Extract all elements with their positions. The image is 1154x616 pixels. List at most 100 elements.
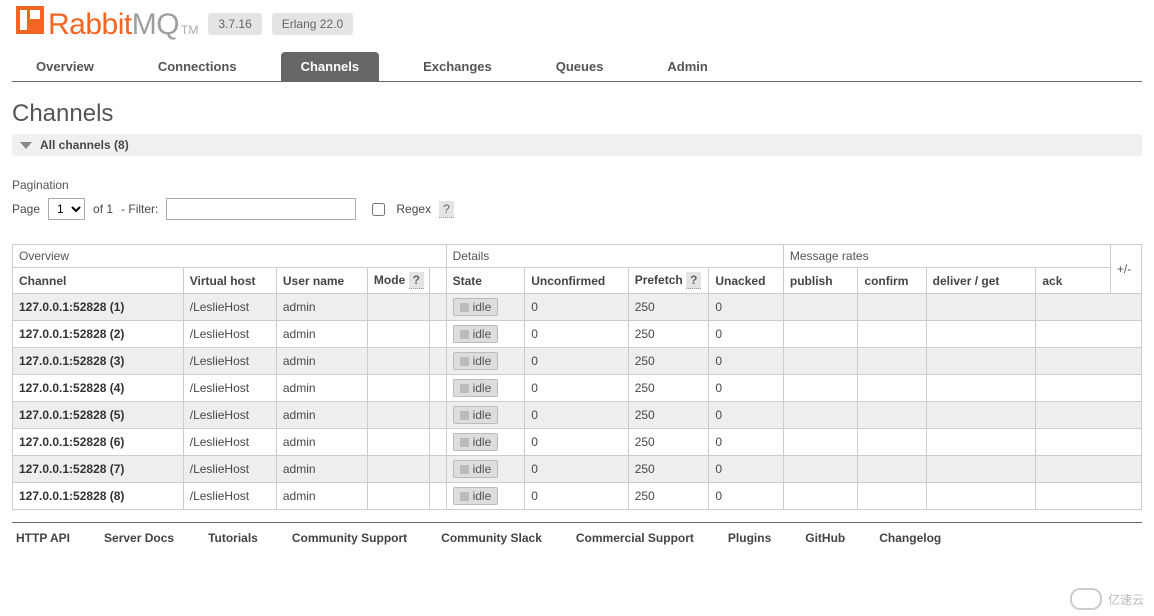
channel-link[interactable]: 127.0.0.1:52828 (1)	[19, 300, 124, 314]
cell-spacer	[429, 456, 446, 483]
cell-vhost: /LeslieHost	[183, 321, 276, 348]
cell-spacer	[429, 402, 446, 429]
col-user[interactable]: User name	[276, 268, 367, 294]
prefetch-help-icon[interactable]: ?	[686, 272, 701, 289]
section-all-channels[interactable]: All channels (8)	[12, 134, 1142, 156]
col-deliver[interactable]: deliver / get	[926, 268, 1036, 294]
footer-link-http-api[interactable]: HTTP API	[16, 531, 70, 545]
table-row: 127.0.0.1:52828 (4)/LeslieHostadminidle0…	[13, 375, 1142, 402]
cell-deliver	[926, 375, 1036, 402]
mode-help-icon[interactable]: ?	[409, 272, 424, 289]
col-channel[interactable]: Channel	[13, 268, 184, 294]
state-icon	[460, 492, 469, 501]
cell-unconfirmed: 0	[525, 321, 628, 348]
footer-link-community-support[interactable]: Community Support	[292, 531, 407, 545]
col-state[interactable]: State	[446, 268, 525, 294]
footer-link-github[interactable]: GitHub	[805, 531, 845, 545]
cell-publish	[783, 375, 858, 402]
cell-user: admin	[276, 321, 367, 348]
col-publish[interactable]: publish	[783, 268, 858, 294]
cell-confirm	[858, 402, 926, 429]
columns-toggle[interactable]: +/-	[1110, 245, 1141, 294]
col-unconfirmed[interactable]: Unconfirmed	[525, 268, 628, 294]
state-icon	[460, 330, 469, 339]
state-icon	[460, 438, 469, 447]
cell-vhost: /LeslieHost	[183, 483, 276, 510]
cell-ack	[1036, 375, 1142, 402]
footer-link-community-slack[interactable]: Community Slack	[441, 531, 542, 545]
col-spacer	[429, 268, 446, 294]
state-icon	[460, 303, 469, 312]
logo[interactable]: RabbitMQ TM	[16, 6, 198, 42]
channels-table: Overview Details Message rates +/- Chann…	[12, 244, 1142, 510]
table-row: 127.0.0.1:52828 (6)/LeslieHostadminidle0…	[13, 429, 1142, 456]
cell-unconfirmed: 0	[525, 456, 628, 483]
cell-prefetch: 250	[628, 483, 709, 510]
cell-deliver	[926, 348, 1036, 375]
cell-deliver	[926, 294, 1036, 321]
channel-link[interactable]: 127.0.0.1:52828 (5)	[19, 408, 124, 422]
nav-exchanges[interactable]: Exchanges	[403, 52, 512, 81]
cell-publish	[783, 294, 858, 321]
filter-input[interactable]	[166, 198, 356, 220]
pagination-controls: Page 1 of 1 - Filter: Regex ?	[12, 198, 1142, 220]
col-ack[interactable]: ack	[1036, 268, 1111, 294]
cell-unconfirmed: 0	[525, 294, 628, 321]
nav-admin[interactable]: Admin	[647, 52, 727, 81]
cell-ack	[1036, 321, 1142, 348]
channel-link[interactable]: 127.0.0.1:52828 (6)	[19, 435, 124, 449]
cell-spacer	[429, 483, 446, 510]
channel-link[interactable]: 127.0.0.1:52828 (4)	[19, 381, 124, 395]
watermark: 亿速云	[1070, 588, 1144, 610]
cell-unconfirmed: 0	[525, 348, 628, 375]
channel-link[interactable]: 127.0.0.1:52828 (3)	[19, 354, 124, 368]
footer: HTTP API Server Docs Tutorials Community Su…	[12, 522, 1142, 565]
cell-vhost: /LeslieHost	[183, 294, 276, 321]
footer-link-commercial-support[interactable]: Commercial Support	[576, 531, 694, 545]
footer-link-server-docs[interactable]: Server Docs	[104, 531, 174, 545]
channel-link[interactable]: 127.0.0.1:52828 (8)	[19, 489, 124, 503]
nav-channels[interactable]: Channels	[281, 52, 380, 81]
nav-queues[interactable]: Queues	[536, 52, 624, 81]
cell-unacked: 0	[709, 321, 784, 348]
channel-link[interactable]: 127.0.0.1:52828 (2)	[19, 327, 124, 341]
cell-mode	[367, 321, 429, 348]
nav-connections[interactable]: Connections	[138, 52, 257, 81]
footer-link-tutorials[interactable]: Tutorials	[208, 531, 258, 545]
cell-prefetch: 250	[628, 375, 709, 402]
cell-mode	[367, 375, 429, 402]
col-unacked[interactable]: Unacked	[709, 268, 784, 294]
cell-user: admin	[276, 375, 367, 402]
cell-prefetch: 250	[628, 456, 709, 483]
footer-link-plugins[interactable]: Plugins	[728, 531, 771, 545]
regex-label: Regex	[396, 202, 431, 216]
table-row: 127.0.0.1:52828 (3)/LeslieHostadminidle0…	[13, 348, 1142, 375]
channel-link[interactable]: 127.0.0.1:52828 (7)	[19, 462, 124, 476]
col-vhost[interactable]: Virtual host	[183, 268, 276, 294]
cell-confirm	[858, 321, 926, 348]
cell-mode	[367, 294, 429, 321]
cell-unacked: 0	[709, 375, 784, 402]
cell-publish	[783, 348, 858, 375]
col-confirm[interactable]: confirm	[858, 268, 926, 294]
chevron-down-icon	[20, 142, 32, 149]
col-mode[interactable]: Mode ?	[367, 268, 429, 294]
header: RabbitMQ TM 3.7.16 Erlang 22.0	[12, 0, 1142, 52]
regex-help-icon[interactable]: ?	[439, 201, 454, 218]
cell-ack	[1036, 402, 1142, 429]
page-select[interactable]: 1	[48, 198, 85, 220]
cell-user: admin	[276, 402, 367, 429]
cell-publish	[783, 402, 858, 429]
cell-unacked: 0	[709, 402, 784, 429]
cell-deliver	[926, 429, 1036, 456]
cell-deliver	[926, 321, 1036, 348]
table-row: 127.0.0.1:52828 (2)/LeslieHostadminidle0…	[13, 321, 1142, 348]
nav-overview[interactable]: Overview	[16, 52, 114, 81]
cell-unconfirmed: 0	[525, 375, 628, 402]
cell-prefetch: 250	[628, 321, 709, 348]
cell-confirm	[858, 429, 926, 456]
regex-checkbox[interactable]	[372, 203, 385, 216]
footer-link-changelog[interactable]: Changelog	[879, 531, 941, 545]
col-prefetch[interactable]: Prefetch ?	[628, 268, 709, 294]
cell-spacer	[429, 348, 446, 375]
